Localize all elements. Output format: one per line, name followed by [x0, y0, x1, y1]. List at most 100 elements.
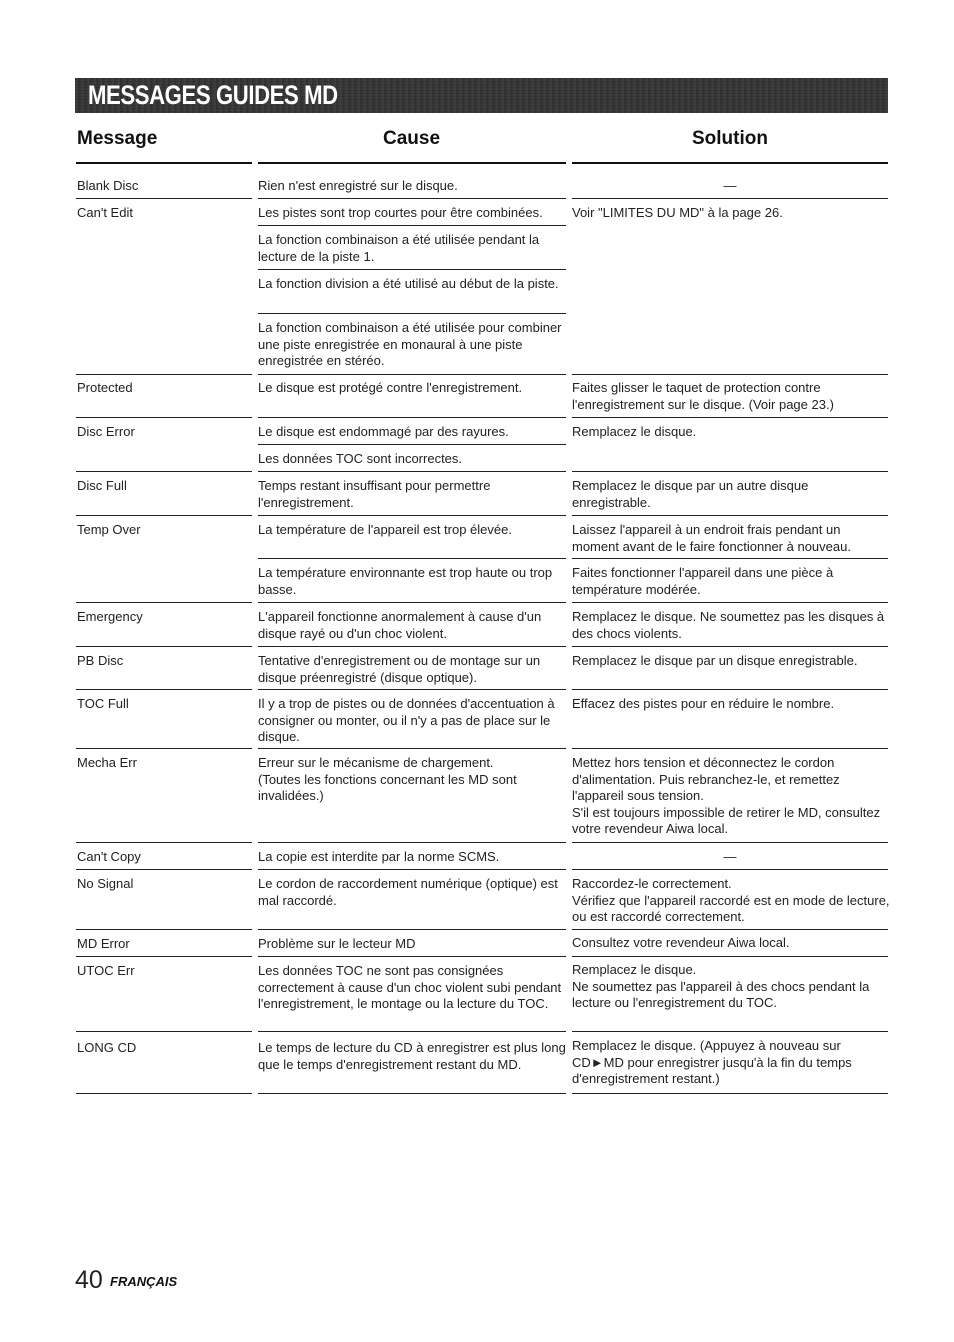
header-rule-solution	[572, 162, 888, 164]
message-label: Temp Over	[77, 522, 141, 537]
row-divider-message	[76, 1093, 252, 1094]
cause-text: Rien n'est enregistré sur le disque.	[258, 178, 458, 193]
row-divider-message	[76, 689, 252, 690]
cause-text: L'appareil fonctionne anormalement à cau…	[258, 609, 542, 641]
row-divider-solution	[572, 956, 888, 957]
page-language: FRANÇAIS	[110, 1274, 178, 1289]
row-divider-solution	[572, 929, 888, 930]
row-divider-solution	[572, 1031, 888, 1032]
row-divider-solution	[572, 198, 888, 199]
message-label: No Signal	[77, 876, 134, 891]
row-divider-cause	[258, 471, 566, 472]
solution-text: Raccordez-le correctement. Vérifiez que …	[572, 876, 890, 924]
cause-divider	[258, 558, 566, 559]
row-divider-cause	[258, 374, 566, 375]
column-header-solution: Solution	[692, 128, 768, 149]
row-divider-message	[76, 869, 252, 870]
row-divider-cause	[258, 1031, 566, 1032]
cause-text: Il y a trop de pistes ou de données d'ac…	[258, 696, 555, 744]
cause-divider	[258, 225, 566, 226]
solution-text: Remplacez le disque par un autre disque …	[572, 478, 809, 510]
row-divider-solution	[572, 748, 888, 749]
row-divider-cause	[258, 689, 566, 690]
row-divider-message	[76, 374, 252, 375]
column-header-cause: Cause	[383, 128, 441, 149]
solution-text: Remplacez le disque.	[572, 424, 697, 439]
row-divider-message	[76, 646, 252, 647]
solution-text: —	[723, 849, 737, 864]
section-banner: MESSAGES GUIDES MD	[75, 78, 888, 113]
row-divider-cause	[258, 748, 566, 749]
solution-text: Laissez l'appareil à un endroit frais pe…	[572, 522, 851, 554]
row-divider-solution	[572, 471, 888, 472]
row-divider-message	[76, 602, 252, 603]
row-divider-cause	[258, 198, 566, 199]
cause-text: Le disque est endommagé par des rayures.	[258, 424, 509, 439]
solution-text: Remplacez le disque. Ne soumettez pas l'…	[572, 962, 870, 1010]
cause-text: Les données TOC ne sont pas consignées c…	[258, 963, 562, 1011]
message-label: UTOC Err	[77, 963, 135, 978]
row-divider-cause	[258, 869, 566, 870]
row-divider-cause	[258, 602, 566, 603]
row-divider-solution	[572, 1093, 888, 1094]
row-divider-message	[76, 842, 252, 843]
row-divider-solution	[572, 602, 888, 603]
row-divider-cause	[258, 417, 566, 418]
solution-text: —	[723, 178, 737, 193]
cause-divider	[258, 269, 566, 270]
row-divider-message	[76, 471, 252, 472]
solution-text: Faites fonctionner l'appareil dans une p…	[572, 565, 834, 597]
message-label: Disc Full	[77, 478, 127, 493]
row-divider-solution	[572, 417, 888, 418]
row-divider-cause	[258, 515, 566, 516]
header-rule-message	[76, 162, 252, 164]
message-label: LONG CD	[77, 1040, 137, 1055]
message-label: Emergency	[77, 609, 143, 624]
cause-divider	[258, 313, 566, 314]
solution-text: Faites glisser le taquet de protection c…	[572, 380, 834, 412]
solution-text: Effacez des pistes pour en réduire le no…	[572, 696, 835, 711]
solution-text: Remplacez le disque. Ne soumettez pas le…	[572, 609, 885, 641]
cause-text: La fonction division a été utilisé au dé…	[258, 276, 559, 291]
solution-text: Consultez votre revendeur Aiwa local.	[572, 935, 790, 950]
row-divider-cause	[258, 1093, 566, 1094]
page-number: 40	[75, 1266, 103, 1294]
row-divider-cause	[258, 956, 566, 957]
row-divider-cause	[258, 646, 566, 647]
message-label: Protected	[77, 380, 133, 395]
row-divider-solution	[572, 842, 888, 843]
row-divider-solution	[572, 374, 888, 375]
row-divider-solution	[572, 689, 888, 690]
cause-text: Erreur sur le mécanisme de chargement. (…	[258, 755, 517, 803]
solution-divider	[572, 558, 888, 559]
solution-text: Remplacez le disque. (Appuyez à nouveau …	[572, 1038, 852, 1086]
row-divider-message	[76, 1031, 252, 1032]
cause-text: Le cordon de raccordement numérique (opt…	[258, 876, 558, 908]
solution-text: Mettez hors tension et déconnectez le co…	[572, 755, 881, 836]
cause-text: Temps restant insuffisant pour permettre…	[258, 478, 491, 510]
cause-text: Tentative d'enregistrement ou de montage…	[258, 653, 541, 685]
column-header-message: Message	[77, 128, 158, 149]
row-divider-cause	[258, 929, 566, 930]
cause-text: La température de l'appareil est trop él…	[258, 522, 512, 537]
solution-text: Remplacez le disque par un disque enregi…	[572, 653, 858, 668]
cause-text: La copie est interdite par la norme SCMS…	[258, 849, 500, 864]
row-divider-cause	[258, 842, 566, 843]
message-label: Mecha Err	[77, 755, 137, 770]
message-label: PB Disc	[77, 653, 124, 668]
message-label: Can't Edit	[77, 205, 133, 220]
row-divider-message	[76, 929, 252, 930]
cause-text: La température environnante est trop hau…	[258, 565, 553, 597]
message-label: TOC Full	[77, 696, 129, 711]
message-label: Disc Error	[77, 424, 135, 439]
message-label: Blank Disc	[77, 178, 139, 193]
cause-text: La fonction combinaison a été utilisée p…	[258, 320, 562, 368]
cause-text: Les données TOC sont incorrectes.	[258, 451, 463, 466]
row-divider-message	[76, 956, 252, 957]
cause-divider	[258, 444, 566, 445]
cause-text: La fonction combinaison a été utilisée p…	[258, 232, 540, 264]
cause-text: Le disque est protégé contre l'enregistr…	[258, 380, 523, 395]
cause-text: Les pistes sont trop courtes pour être c…	[258, 205, 543, 220]
row-divider-message	[76, 417, 252, 418]
row-divider-solution	[572, 869, 888, 870]
